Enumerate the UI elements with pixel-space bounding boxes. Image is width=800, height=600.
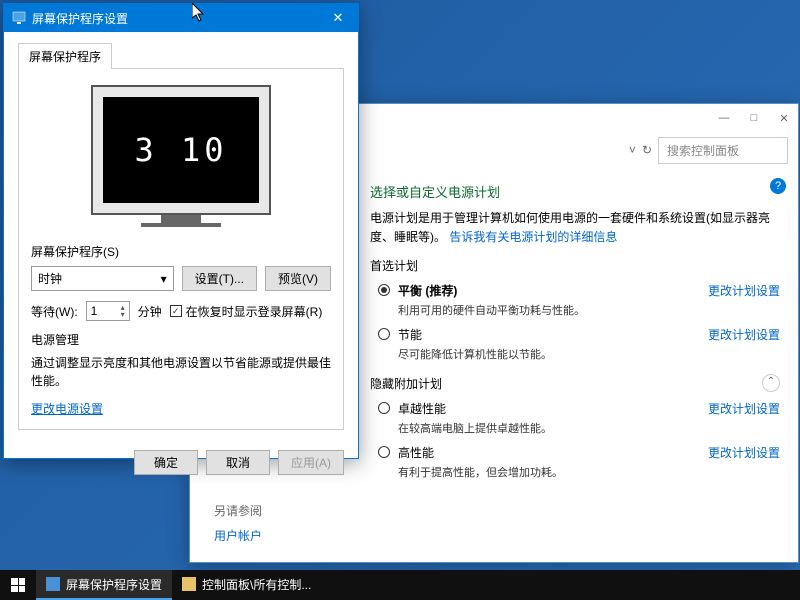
plan-radio[interactable] [378, 402, 390, 414]
maximize-button[interactable]: □ [748, 112, 760, 124]
page-heading: 选择或自定义电源计划 [370, 182, 780, 201]
power-management-label: 电源管理 [31, 331, 331, 348]
watermark: Yuucn.com [720, 548, 790, 564]
screensaver-settings-dialog: 屏幕保护程序设置 ✕ 屏幕保护程序 3 10 屏幕保护程序(S) 时钟 ▾ 设置… [3, 3, 359, 459]
plan-radio[interactable] [378, 328, 390, 340]
change-plan-link[interactable]: 更改计划设置 [708, 326, 780, 343]
power-plan-row: 平衡 (推荐) 利用可用的硬件自动平衡功耗与性能。 更改计划设置 [378, 282, 780, 318]
wait-unit-label: 分钟 [138, 303, 162, 320]
power-plan-row: 节能 尽可能降低计算机性能以节能。 更改计划设置 [378, 326, 780, 362]
help-icon[interactable]: ? [770, 178, 786, 194]
wait-minutes-stepper[interactable]: 1 ▴▾ [86, 301, 130, 321]
resume-logon-checkbox[interactable]: ✓ 在恢复时显示登录屏幕(R) [170, 303, 323, 320]
see-also-section: 另请参阅 用户帐户 [214, 502, 262, 544]
see-also-label: 另请参阅 [214, 502, 262, 519]
cancel-button[interactable]: 取消 [206, 450, 270, 475]
plan-radio[interactable] [378, 446, 390, 458]
power-management-description: 通过调整显示亮度和其他电源设置以节省能源或提供最佳性能。 [31, 354, 331, 390]
taskbar: 屏幕保护程序设置 控制面板\所有控制... [0, 570, 800, 600]
plan-description: 在较高端电脑上提供卓越性能。 [398, 420, 708, 436]
taskbar-item-control-panel[interactable]: 控制面板\所有控制... [172, 570, 321, 600]
hidden-plans-label: 隐藏附加计划 [370, 375, 442, 392]
settings-button[interactable]: 设置(T)... [182, 266, 257, 291]
plan-description: 尽可能降低计算机性能以节能。 [398, 346, 708, 362]
apply-button[interactable]: 应用(A) [278, 450, 344, 475]
change-power-settings-link[interactable]: 更改电源设置 [31, 402, 103, 416]
collapse-icon[interactable]: ⌃ [762, 374, 780, 392]
start-button[interactable] [0, 570, 36, 600]
plan-name: 高性能 [398, 444, 708, 461]
app-icon [12, 11, 26, 25]
close-button[interactable]: ✕ [318, 4, 358, 32]
ok-button[interactable]: 确定 [134, 450, 198, 475]
plan-name: 平衡 (推荐) [398, 282, 708, 299]
screensaver-group-label: 屏幕保护程序(S) [31, 243, 331, 260]
change-plan-link[interactable]: 更改计划设置 [708, 282, 780, 299]
titlebar[interactable]: 屏幕保护程序设置 ✕ [4, 4, 358, 32]
preferred-plans-label: 首选计划 [370, 257, 780, 274]
folder-icon [182, 577, 196, 591]
preview-display: 3 10 [103, 97, 259, 203]
power-plan-row: 高性能 有利于提高性能，但会增加功耗。 更改计划设置 [378, 444, 780, 480]
change-plan-link[interactable]: 更改计划设置 [708, 444, 780, 461]
preview-button[interactable]: 预览(V) [265, 266, 331, 291]
plan-name: 节能 [398, 326, 708, 343]
close-button[interactable]: ✕ [778, 112, 790, 125]
refresh-icon[interactable]: ↻ [642, 143, 652, 157]
user-accounts-link[interactable]: 用户帐户 [214, 527, 262, 544]
app-icon [46, 577, 60, 591]
more-info-link[interactable]: 告诉我有关电源计划的详细信息 [449, 230, 617, 244]
plan-name: 卓越性能 [398, 400, 708, 417]
power-plan-row: 卓越性能 在较高端电脑上提供卓越性能。 更改计划设置 [378, 400, 780, 436]
taskbar-item-screensaver[interactable]: 屏幕保护程序设置 [36, 570, 172, 600]
checkbox-icon: ✓ [170, 305, 182, 317]
dropdown-icon[interactable]: ˅ [629, 143, 636, 157]
screensaver-preview: 3 10 [81, 85, 281, 227]
chevron-down-icon: ▾ [161, 272, 167, 286]
windows-logo-icon [11, 578, 25, 592]
tab-screensaver[interactable]: 屏幕保护程序 [18, 43, 112, 69]
wait-label: 等待(W): [31, 303, 78, 320]
page-description: 电源计划是用于管理计算机如何使用电源的一套硬件和系统设置(如显示器亮度、睡眠等)… [370, 209, 780, 247]
dialog-title: 屏幕保护程序设置 [32, 10, 318, 27]
search-input[interactable]: 搜索控制面板 [658, 137, 788, 164]
change-plan-link[interactable]: 更改计划设置 [708, 400, 780, 417]
screensaver-select[interactable]: 时钟 ▾ [31, 266, 174, 291]
plan-description: 利用可用的硬件自动平衡功耗与性能。 [398, 302, 708, 318]
plan-radio[interactable] [378, 284, 390, 296]
plan-description: 有利于提高性能，但会增加功耗。 [398, 464, 708, 480]
minimize-button[interactable]: — [718, 112, 730, 124]
